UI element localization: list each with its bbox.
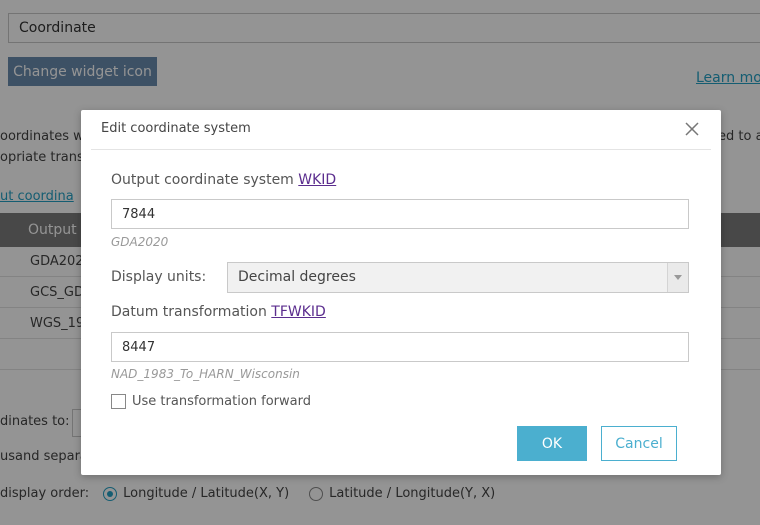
transformation-forward-checkbox[interactable] <box>111 394 126 409</box>
tfwkid-input[interactable] <box>111 332 689 362</box>
datum-transformation-label: Datum transformation TFWKID <box>111 304 326 320</box>
ok-button[interactable]: OK <box>517 426 587 461</box>
display-units-label: Display units: <box>111 269 207 285</box>
tfwkid-hint: NAD_1983_To_HARN_Wisconsin <box>111 367 300 381</box>
chevron-down-icon[interactable] <box>667 263 688 292</box>
datum-transformation-label-text: Datum transformation <box>111 304 267 320</box>
display-units-value: Decimal degrees <box>238 269 356 285</box>
edit-coordinate-system-dialog: Edit coordinate system Output coordinate… <box>81 110 721 475</box>
dialog-title: Edit coordinate system <box>101 121 251 136</box>
output-coordinate-label: Output coordinate system WKID <box>111 172 336 188</box>
wkid-link[interactable]: WKID <box>298 172 336 188</box>
tfwkid-link[interactable]: TFWKID <box>271 304 326 320</box>
wkid-input[interactable] <box>111 199 689 229</box>
close-icon[interactable] <box>685 122 699 136</box>
wkid-hint: GDA2020 <box>111 235 169 249</box>
dialog-header: Edit coordinate system <box>91 110 711 150</box>
transformation-forward-label: Use transformation forward <box>132 394 311 409</box>
cancel-button[interactable]: Cancel <box>601 426 677 461</box>
output-coordinate-label-text: Output coordinate system <box>111 172 294 188</box>
display-units-select[interactable]: Decimal degrees <box>227 262 689 293</box>
transformation-forward-row: Use transformation forward <box>111 394 311 409</box>
